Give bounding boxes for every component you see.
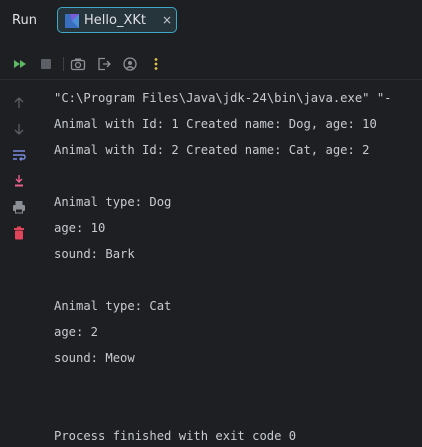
tab-hello-xkt[interactable]: Hello_XKt ×: [57, 7, 177, 33]
scroll-to-end-icon[interactable]: [11, 173, 27, 189]
soft-wrap-icon[interactable]: [11, 147, 27, 163]
console-line: age: 2: [54, 325, 99, 339]
stop-icon[interactable]: [38, 56, 54, 72]
run-tool-window: Run Hello_XKt × "C:\Program Files\Java\j…: [0, 0, 422, 447]
console-line: Animal type: Dog: [54, 195, 172, 209]
console-line: Animal type: Cat: [54, 299, 172, 313]
console-line: Animal with Id: 2 Created name: Cat, age…: [54, 143, 370, 157]
console-output[interactable]: "C:\Program Files\Java\jdk-24\bin\java.e…: [54, 86, 422, 447]
console-line-exit-status: Process finished with exit code 0: [54, 429, 297, 443]
rerun-icon[interactable]: [12, 56, 28, 72]
more-options-icon[interactable]: [148, 56, 164, 72]
console-line-command: "C:\Program Files\Java\jdk-24\bin\java.e…: [54, 91, 392, 105]
kotlin-file-icon: [65, 14, 79, 28]
run-header: Run Hello_XKt ×: [0, 0, 422, 42]
console-line: Animal with Id: 1 Created name: Dog, age…: [54, 117, 377, 131]
console-line: sound: Bark: [54, 247, 135, 261]
run-title: Run: [12, 13, 37, 28]
settings-icon[interactable]: [122, 56, 138, 72]
exit-icon[interactable]: [96, 56, 112, 72]
print-icon[interactable]: [11, 199, 27, 215]
arrow-up-icon[interactable]: [11, 95, 27, 111]
toolbar-separator: [63, 57, 64, 71]
tab-label: Hello_XKt: [84, 13, 146, 28]
run-toolbar: [0, 50, 422, 78]
trash-icon[interactable]: [11, 225, 27, 241]
console-line: sound: Meow: [54, 351, 135, 365]
close-icon[interactable]: ×: [162, 12, 172, 29]
console-line: age: 10: [54, 221, 106, 235]
arrow-down-icon[interactable]: [11, 121, 27, 137]
camera-icon[interactable]: [70, 56, 86, 72]
toolbar-divider: [0, 79, 422, 80]
